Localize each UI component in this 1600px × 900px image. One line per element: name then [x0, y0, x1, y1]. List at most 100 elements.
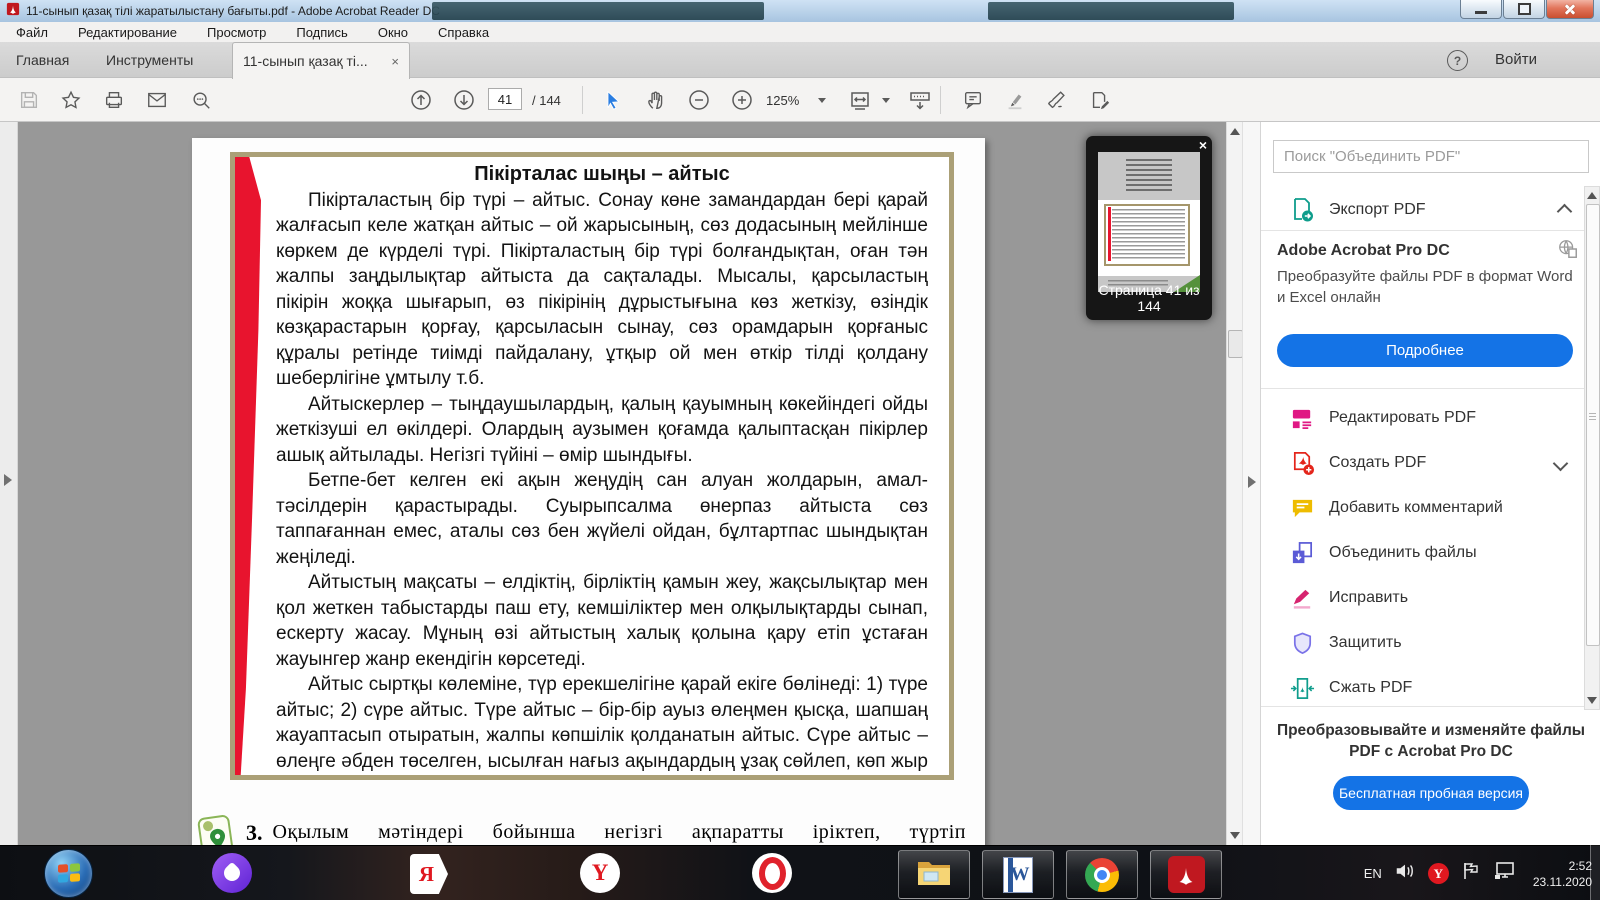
yandex-tray-icon[interactable]: Y	[1428, 863, 1449, 884]
highlight-tool-button[interactable]	[1000, 86, 1030, 114]
restore-icon	[1518, 3, 1531, 15]
tools-panel: Экспорт PDF Adobe Acrobat Pro DC Преобра…	[1260, 122, 1600, 845]
language-indicator[interactable]: EN	[1364, 866, 1382, 881]
taskbar-word-button[interactable]: W	[982, 850, 1054, 899]
minimize-button[interactable]	[1460, 0, 1502, 19]
acrobat-icon	[1168, 856, 1205, 893]
close-button[interactable]	[1546, 0, 1594, 19]
menu-edit[interactable]: Редактирование	[78, 25, 177, 40]
taskbar-yandex-browser-icon[interactable]: Я	[410, 854, 448, 894]
panel-handle-strip	[1242, 122, 1260, 845]
zoom-level-value[interactable]: 125%	[766, 93, 799, 108]
reading-mode-button[interactable]	[905, 86, 935, 114]
taskbar-acrobat-button[interactable]	[1150, 850, 1222, 899]
tool-edit-pdf[interactable]: Редактировать PDF	[1261, 396, 1600, 440]
tool-combine-files[interactable]: Объединить файлы	[1261, 531, 1600, 575]
tab-document-active[interactable]: 11-сынып қазақ ті... ×	[232, 42, 410, 79]
scroll-up-icon[interactable]	[1230, 128, 1240, 135]
panel-scrollbar-thumb[interactable]	[1586, 204, 1600, 646]
document-scrollbar[interactable]	[1226, 122, 1242, 845]
restore-button[interactable]	[1503, 0, 1545, 19]
tab-close-icon[interactable]: ×	[391, 54, 399, 69]
sign-in-link[interactable]: Войти	[1495, 51, 1537, 68]
email-button[interactable]	[142, 86, 172, 114]
zoom-dropdown-caret[interactable]	[818, 98, 826, 103]
promo-title: Adobe Acrobat Pro DC	[1277, 242, 1450, 260]
action-center-flag-icon[interactable]	[1461, 861, 1481, 886]
panel-footer-text: Преобразовывайте и изменяйте файлы PDF с…	[1275, 720, 1587, 762]
paragraph: Айтыстың мақсаты – елдіктің, бірліктің қ…	[276, 570, 928, 672]
hand-tool-button[interactable]	[641, 86, 671, 114]
tool-add-comment[interactable]: Добавить комментарий	[1261, 486, 1600, 530]
thumbnail-text-lines	[1112, 209, 1185, 261]
comment-tool-button[interactable]	[958, 86, 988, 114]
taskbar-opera-icon[interactable]	[752, 853, 792, 893]
tool-create-pdf[interactable]: Создать PDF	[1261, 441, 1600, 485]
article-title: Пікірталас шыңы – айтыс	[276, 162, 928, 188]
fit-dropdown-caret[interactable]	[882, 98, 890, 103]
previous-page-button[interactable]	[406, 86, 436, 114]
tool-fix[interactable]: Исправить	[1261, 576, 1600, 620]
zoom-out-button[interactable]	[684, 86, 714, 114]
volume-icon[interactable]	[1394, 861, 1416, 886]
menu-file[interactable]: Файл	[16, 25, 48, 40]
tool-compress-pdf[interactable]: Сжать PDF	[1261, 666, 1600, 710]
combine-files-icon	[1289, 540, 1315, 566]
document-canvas[interactable]: Пікірталас шыңы – айтыс Пікірталастың бі…	[18, 122, 1226, 845]
popup-close-icon[interactable]: ×	[1199, 137, 1207, 153]
save-button[interactable]	[14, 86, 44, 114]
menu-sign[interactable]: Подпись	[296, 25, 347, 40]
network-icon[interactable]	[1493, 861, 1517, 886]
help-icon[interactable]: ?	[1447, 50, 1468, 71]
fill-sign-tool-button[interactable]	[1042, 86, 1072, 114]
toolbar: / 144 125%	[0, 78, 1600, 122]
convert-online-icon	[1557, 238, 1579, 265]
create-pdf-icon	[1289, 450, 1315, 476]
exercise-line: 3. Оқылым мәтіндері бойынша негізгі ақпа…	[198, 812, 972, 845]
scroll-up-icon[interactable]	[1587, 192, 1597, 199]
search-button[interactable]	[186, 86, 216, 114]
zoom-in-button[interactable]	[727, 86, 757, 114]
more-tools-button[interactable]	[1085, 86, 1115, 114]
fit-width-button[interactable]	[845, 86, 875, 114]
next-page-button[interactable]	[449, 86, 479, 114]
page-number-input[interactable]	[488, 88, 522, 110]
scroll-down-icon[interactable]	[1230, 832, 1240, 839]
select-tool-button[interactable]	[598, 86, 628, 114]
menu-help[interactable]: Справка	[438, 25, 489, 40]
star-button[interactable]	[56, 86, 86, 114]
tools-search-input[interactable]	[1273, 140, 1589, 173]
promo-description: Преобразуйте файлы PDF в формат Word и E…	[1277, 266, 1573, 308]
print-button[interactable]	[99, 86, 129, 114]
compress-pdf-icon	[1289, 675, 1315, 701]
menu-view[interactable]: Просмотр	[207, 25, 266, 40]
page-text: Пікірталас шыңы – айтыс Пікірталастың бі…	[276, 162, 928, 780]
exercise-text: Оқылым мәтіндері бойынша негізгі ақпарат…	[273, 821, 973, 844]
scroll-down-icon[interactable]	[1587, 697, 1597, 704]
taskbar-yandex-icon[interactable]: Y	[580, 853, 620, 893]
panel-collapse-handle[interactable]	[1248, 476, 1256, 488]
tab-tools[interactable]: Инструменты	[106, 42, 193, 78]
left-pane-expand-handle[interactable]	[4, 474, 12, 486]
chevron-up-icon[interactable]	[1557, 204, 1573, 220]
free-trial-button[interactable]: Бесплатная пробная версия	[1333, 776, 1529, 810]
show-desktop-button[interactable]	[1590, 845, 1600, 900]
document-scrollbar-thumb[interactable]	[1228, 330, 1243, 358]
taskbar-clock[interactable]: 2:52 23.11.2020	[1533, 858, 1592, 890]
page-thumbnail[interactable]	[1098, 152, 1200, 292]
tool-protect[interactable]: Защитить	[1261, 621, 1600, 665]
taskbar-chrome-button[interactable]	[1066, 850, 1138, 899]
page-total-label: / 144	[532, 93, 561, 108]
details-button[interactable]: Подробнее	[1277, 334, 1573, 367]
fix-pen-icon	[1289, 585, 1315, 611]
page-text-frame: Пікірталас шыңы – айтыс Пікірталастың бі…	[230, 152, 954, 780]
panel-scrollbar[interactable]	[1584, 186, 1600, 710]
tab-home[interactable]: Главная	[16, 42, 69, 78]
chevron-down-icon[interactable]	[1553, 455, 1569, 471]
taskbar-alice-icon[interactable]	[212, 853, 252, 893]
alice-icon	[221, 862, 244, 885]
export-pdf-row[interactable]: Экспорт PDF	[1261, 188, 1600, 232]
windows-start-button[interactable]	[44, 849, 93, 898]
menu-window[interactable]: Окно	[378, 25, 408, 40]
taskbar-explorer-button[interactable]	[898, 850, 970, 899]
